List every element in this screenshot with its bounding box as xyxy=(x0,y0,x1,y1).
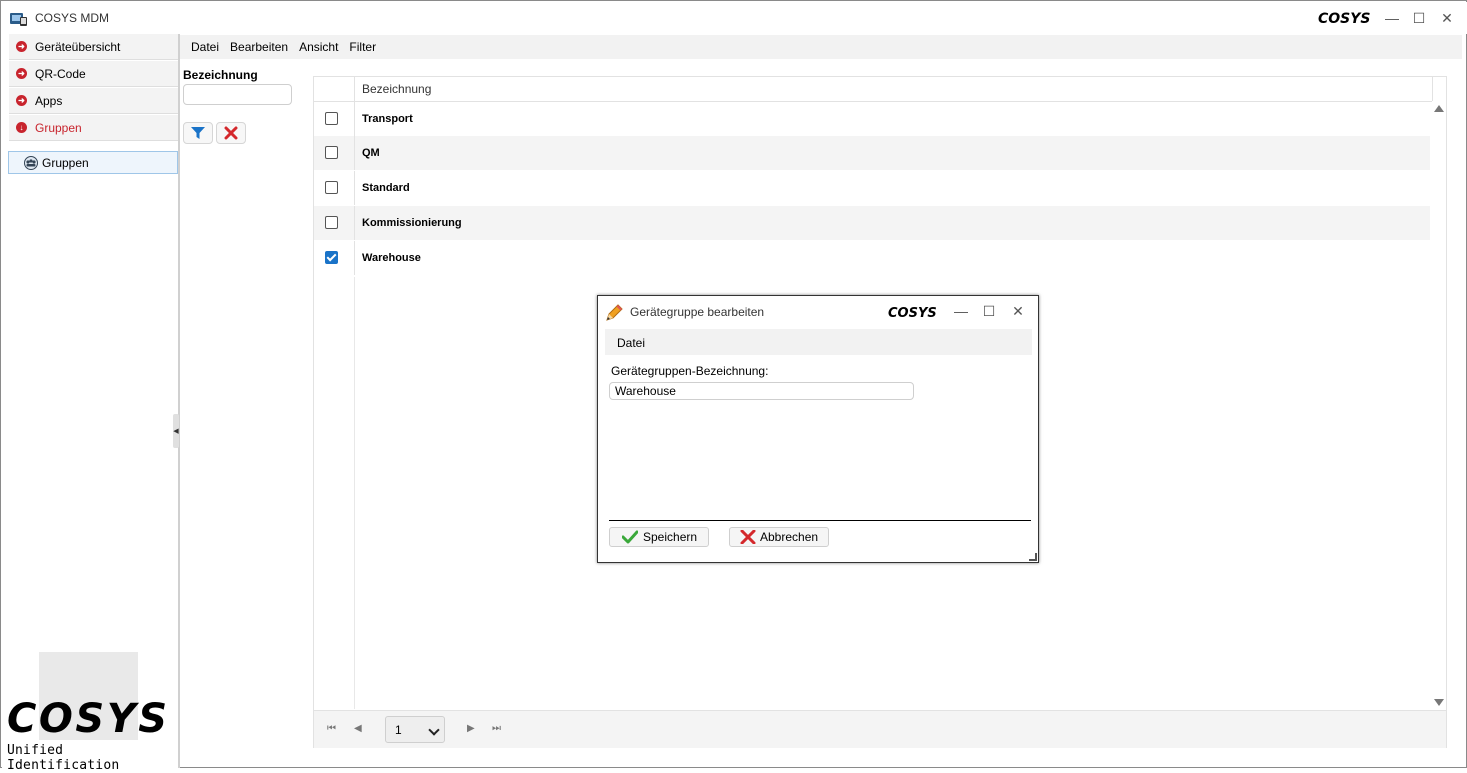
row-label: QM xyxy=(362,147,380,159)
group-name-input[interactable]: Warehouse xyxy=(609,382,914,400)
menu-bearbeiten[interactable]: Bearbeiten xyxy=(230,40,288,54)
sidebar-item-label: QR-Code xyxy=(35,66,86,81)
column-header-bezeichnung[interactable]: Bezeichnung xyxy=(362,82,431,96)
filter-icon xyxy=(191,127,205,139)
column-divider xyxy=(354,102,355,136)
grid-header: Bezeichnung xyxy=(314,77,1432,102)
column-divider xyxy=(354,136,355,170)
maximize-icon[interactable]: ☐ xyxy=(1409,8,1429,28)
cosys-logo-text: COSYS xyxy=(7,698,167,738)
last-page-icon[interactable]: ⏭ xyxy=(492,723,501,734)
sidebar-item-geraeteuebersicht[interactable]: ➜ Geräteübersicht xyxy=(9,34,178,60)
title-bar: COSYS MDM COSYS — ☐ ✕ xyxy=(2,2,1467,34)
filter-bezeichnung-input[interactable] xyxy=(183,84,292,105)
window-title: COSYS MDM xyxy=(35,11,110,25)
table-row[interactable]: Warehouse xyxy=(314,241,1430,275)
table-row[interactable]: Standard xyxy=(314,171,1430,205)
sidebar-item-apps[interactable]: ➜ Apps xyxy=(9,88,178,114)
cancel-button-label: Abbrechen xyxy=(760,530,819,544)
row-checkbox[interactable] xyxy=(325,112,338,125)
checkmark-icon xyxy=(622,530,638,544)
clear-x-icon xyxy=(224,126,238,140)
row-checkbox[interactable] xyxy=(325,181,338,194)
chevron-down-icon xyxy=(428,724,440,736)
previous-page-icon[interactable]: ◀ xyxy=(354,723,362,734)
page-select-value: 1 xyxy=(395,723,402,737)
dialog-menu-datei[interactable]: Datei xyxy=(617,336,645,350)
slogan: Unified Identification xyxy=(7,743,120,773)
pager: ⏮ ◀ 1 ▶ ⏭ xyxy=(314,710,1446,748)
page-select[interactable]: 1 xyxy=(385,716,445,743)
group-icon xyxy=(24,155,38,170)
clear-filter-button[interactable] xyxy=(216,122,246,144)
column-divider xyxy=(354,277,355,709)
sidebar-item-label: Apps xyxy=(35,93,63,108)
arrow-right-circle-icon: ➜ xyxy=(16,95,27,106)
sidebar-collapse-handle[interactable]: ◀ xyxy=(173,414,179,448)
close-icon[interactable]: ✕ xyxy=(1437,8,1457,28)
menu-datei[interactable]: Datei xyxy=(191,40,219,54)
dialog-close-icon[interactable]: ✕ xyxy=(1008,301,1028,321)
app-device-icon xyxy=(10,13,27,26)
app-window: COSYS MDM COSYS — ☐ ✕ ➜ Geräteübersicht … xyxy=(0,0,1467,773)
scroll-down-arrow-icon[interactable] xyxy=(1434,699,1444,706)
row-checkbox[interactable] xyxy=(325,216,338,229)
edit-group-dialog: Gerätegruppe bearbeiten COSYS — ☐ ✕ Date… xyxy=(597,295,1039,563)
dialog-maximize-icon[interactable]: ☐ xyxy=(979,301,999,321)
menu-bar: Datei Bearbeiten Ansicht Filter xyxy=(180,35,1462,59)
save-button[interactable]: Speichern xyxy=(609,527,709,547)
cosys-logo-icon: COSYS xyxy=(1318,11,1370,26)
table-row[interactable]: Transport xyxy=(314,102,1430,136)
row-label: Warehouse xyxy=(362,252,421,264)
tree-item-gruppen[interactable]: Gruppen xyxy=(8,151,178,174)
dialog-title: Gerätegruppe bearbeiten xyxy=(630,305,765,319)
select-column-header[interactable] xyxy=(314,77,355,101)
grid-header-scroll-cap xyxy=(1432,77,1447,101)
column-divider xyxy=(354,241,355,275)
arrow-right-circle-icon: ➜ xyxy=(16,68,27,79)
row-label: Kommissionierung xyxy=(362,217,462,229)
sidebar: ➜ Geräteübersicht ➜ QR-Code ➜ Apps ↓ Gru… xyxy=(2,34,180,773)
row-checkbox[interactable] xyxy=(325,146,338,159)
tree-item-label: Gruppen xyxy=(42,155,89,170)
row-label: Standard xyxy=(362,182,410,194)
cosys-logo-icon: COSYS xyxy=(7,698,167,738)
menu-filter[interactable]: Filter xyxy=(349,40,376,54)
table-row[interactable]: Kommissionierung xyxy=(314,206,1430,240)
row-checkbox-checked[interactable] xyxy=(325,251,338,264)
cancel-button[interactable]: Abbrechen xyxy=(729,527,829,547)
filter-label: Bezeichnung xyxy=(183,68,258,82)
save-button-label: Speichern xyxy=(643,530,698,544)
apply-filter-button[interactable] xyxy=(183,122,213,144)
dialog-minimize-icon[interactable]: — xyxy=(951,301,971,321)
dialog-divider xyxy=(609,520,1031,521)
sidebar-item-gruppen[interactable]: ↓ Gruppen xyxy=(9,115,178,141)
row-label: Transport xyxy=(362,113,413,125)
table-row[interactable]: QM xyxy=(314,136,1430,170)
sidebar-item-label: Geräteübersicht xyxy=(35,39,121,54)
column-divider xyxy=(354,171,355,205)
first-page-icon[interactable]: ⏮ xyxy=(327,723,336,734)
menu-ansicht[interactable]: Ansicht xyxy=(299,40,338,54)
cancel-x-icon xyxy=(740,530,756,544)
dialog-menu-bar: Datei xyxy=(605,329,1032,355)
column-divider xyxy=(354,206,355,240)
cosys-logo-icon: COSYS xyxy=(888,306,937,319)
group-name-label: Gerätegruppen-Bezeichnung: xyxy=(611,364,769,378)
next-page-icon[interactable]: ▶ xyxy=(467,723,475,734)
cosys-logo-text: COSYS xyxy=(1318,11,1370,26)
minimize-icon[interactable]: — xyxy=(1382,8,1402,28)
arrow-down-circle-icon: ↓ xyxy=(16,122,27,133)
cosys-logo-text: COSYS xyxy=(888,306,937,319)
sidebar-item-label: Gruppen xyxy=(35,120,82,135)
sidebar-item-qr-code[interactable]: ➜ QR-Code xyxy=(9,61,178,87)
pencil-icon xyxy=(606,304,623,321)
scroll-up-arrow-icon[interactable] xyxy=(1434,105,1444,112)
resize-grip-icon[interactable] xyxy=(1029,553,1037,561)
arrow-right-circle-icon: ➜ xyxy=(16,41,27,52)
